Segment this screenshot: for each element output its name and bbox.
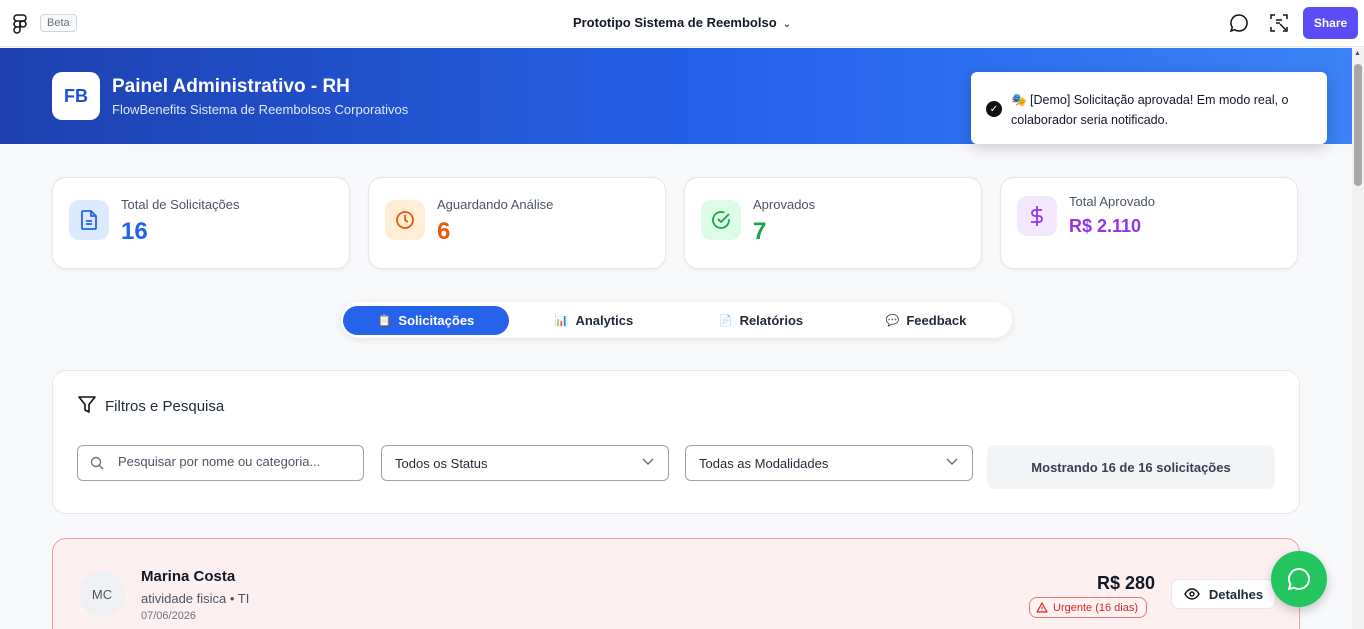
scroll-up-arrow-icon[interactable]: ▲ [1354,50,1361,57]
whatsapp-button[interactable] [1271,551,1327,607]
bar-chart-icon: 📊 [554,315,569,327]
speech-bubble-icon: 💬 [885,315,900,327]
stat-value: 6 [437,218,451,245]
company-logo: FB [52,72,100,120]
search-input-wrapper[interactable] [77,445,364,481]
dollar-icon [1017,196,1057,236]
filter-icon [78,396,96,413]
modality-select[interactable]: Todas as Modalidades [685,445,973,481]
tab-label: Analytics [575,313,634,328]
whatsapp-icon [1287,567,1310,591]
inspect-icon[interactable] [1268,12,1290,34]
chevron-down-icon [946,458,958,466]
stat-value: R$ 2.110 [1069,216,1142,236]
project-title-text: Prototipo Sistema de Reembolso [572,15,777,30]
page-subtitle: FlowBenefits Sistema de Reembolsos Corpo… [112,102,409,117]
filters-title: Filtros e Pesquisa [105,398,225,415]
filters-panel: Filtros e Pesquisa Todos os Status Todas… [52,370,1300,514]
tab-solicitacoes[interactable]: 📋 Solicitações [343,306,509,335]
share-button[interactable]: Share [1303,7,1358,39]
details-button-label: Detalhes [1208,586,1264,602]
stat-label: Aguardando Análise [437,197,554,212]
stat-card-total: Total de Solicitações 16 [52,177,350,269]
stat-label: Total Aprovado [1069,194,1156,209]
chevron-down-icon: ⌄ [782,19,792,30]
app-topbar: Beta Prototipo Sistema de Reembolso ⌄ Sha… [0,0,1364,47]
tab-relatorios[interactable]: 📄 Relatórios [678,306,844,335]
toast-notification[interactable]: ✓ 🎭 [Demo] Solicitação aprovada! Em modo… [971,72,1327,144]
eye-icon [1184,588,1200,600]
toast-message: 🎭 [Demo] Solicitação aprovada! Em modo r… [1011,93,1289,127]
urgency-badge: Urgente (16 dias) [1029,597,1147,618]
tab-label: Feedback [906,313,967,328]
project-title[interactable]: Prototipo Sistema de Reembolso ⌄ [0,15,1364,30]
tab-bar: 📋 Solicitações 📊 Analytics 📄 Relatórios 💬 Fe… [341,302,1012,338]
search-input[interactable] [118,454,358,469]
clock-icon [385,200,425,240]
requester-name: Marina Costa [141,568,236,585]
stat-value: 7 [753,218,767,245]
request-category: atividade fisica • TI [141,591,250,606]
urgency-text: Urgente (16 dias) [1053,601,1138,614]
check-circle-icon [701,200,741,240]
stat-card-approved: Aprovados 7 [684,177,982,269]
details-button[interactable]: Detalhes [1171,579,1276,609]
tab-analytics[interactable]: 📊 Analytics [511,306,677,335]
tab-label: Solicitações [398,313,475,328]
request-card[interactable]: MC Marina Costa atividade fisica • TI 07… [52,538,1300,629]
avatar: MC [79,571,125,617]
results-count: Mostrando 16 de 16 solicitações [987,445,1275,489]
stat-label: Aprovados [753,197,816,212]
modality-select-value: Todas as Modalidades [699,456,829,471]
scrollbar-thumb[interactable] [1354,64,1362,186]
tab-label: Relatórios [739,313,804,328]
chevron-down-icon [642,458,654,466]
stat-value: 16 [121,218,148,245]
search-icon [90,456,104,470]
stat-card-pending: Aguardando Análise 6 [368,177,666,269]
warning-icon [1036,602,1048,613]
stat-label: Total de Solicitações [121,197,240,212]
page-title: Painel Administrativo - RH [112,76,350,97]
stat-card-total-approved: Total Aprovado R$ 2.110 [1000,177,1298,269]
status-select-value: Todos os Status [395,456,488,471]
tab-feedback[interactable]: 💬 Feedback [843,306,1009,335]
document-icon [69,200,109,240]
document-icon: 📄 [718,315,733,327]
check-circle-icon: ✓ [986,101,1002,117]
request-date: 07/06/2026 [141,610,197,622]
status-select[interactable]: Todos os Status [381,445,669,481]
request-amount: R$ 280 [1096,573,1155,593]
clipboard-icon: 📋 [377,315,392,327]
comment-icon[interactable] [1228,12,1250,34]
